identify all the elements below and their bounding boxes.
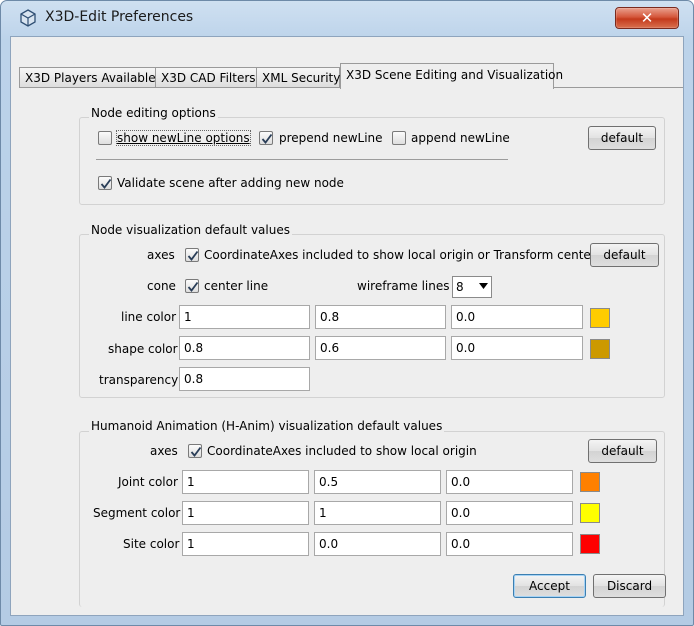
tab-xml-security[interactable]: XML Security xyxy=(256,67,340,88)
segment-color-swatch[interactable] xyxy=(580,503,600,523)
site-color-label: Site color xyxy=(123,537,180,551)
dialog-content: X3D Players Available X3D CAD Filters XM… xyxy=(10,36,684,616)
hanim-title: Humanoid Animation (H-Anim) visualizatio… xyxy=(89,419,445,433)
show-newline-label[interactable]: show newLine options xyxy=(116,130,251,146)
tab-label: XML Security xyxy=(262,71,341,85)
wireframe-label: wireframe lines xyxy=(357,279,450,293)
shape-color-swatch[interactable] xyxy=(590,339,610,359)
line-color-r-field[interactable]: 1 xyxy=(179,305,310,329)
tab-x3d-players[interactable]: X3D Players Available xyxy=(19,67,156,88)
checkmark-icon xyxy=(100,178,112,189)
x3d-app-icon xyxy=(19,9,37,27)
wireframe-select[interactable]: 8 xyxy=(452,276,492,298)
transparency-label: transparency xyxy=(99,373,179,387)
node-axes-checkbox[interactable] xyxy=(185,248,199,262)
line-color-g-field[interactable]: 0.8 xyxy=(315,305,446,329)
checkmark-icon xyxy=(261,133,273,144)
prepend-newline-label: prepend newLine xyxy=(279,131,383,145)
shape-color-r-field[interactable]: 0.8 xyxy=(179,336,310,360)
cone-label: cone xyxy=(147,279,176,293)
accept-button[interactable]: Accept xyxy=(513,574,586,598)
site-color-b-field[interactable]: 0.0 xyxy=(446,532,573,556)
close-button[interactable]: ✕ xyxy=(615,7,679,29)
shape-color-b-field[interactable]: 0.0 xyxy=(451,336,583,360)
prepend-newline-checkbox[interactable] xyxy=(259,131,273,145)
center-line-checkbox[interactable] xyxy=(185,279,199,293)
append-newline-checkbox[interactable] xyxy=(392,131,406,145)
segment-color-b-field[interactable]: 0.0 xyxy=(446,501,573,525)
checkmark-icon xyxy=(187,281,199,292)
tab-label: X3D Players Available xyxy=(25,71,156,85)
node-axes-cb-label: CoordinateAxes included to show local or… xyxy=(204,248,596,262)
hanim-axes-checkbox[interactable] xyxy=(188,444,202,458)
title-bar[interactable]: X3D-Edit Preferences ✕ xyxy=(1,1,693,35)
hanim-axes-cb-label: CoordinateAxes included to show local or… xyxy=(207,444,477,458)
axes-label: axes xyxy=(147,248,175,262)
node-vis-title: Node visualization default values xyxy=(89,223,292,237)
checkmark-icon xyxy=(187,250,199,261)
validate-scene-checkbox[interactable] xyxy=(98,176,112,190)
discard-button[interactable]: Discard xyxy=(593,574,666,598)
checkmark-icon xyxy=(190,446,202,457)
window-title: X3D-Edit Preferences xyxy=(45,9,194,25)
joint-color-r-field[interactable]: 1 xyxy=(182,470,309,494)
site-color-r-field[interactable]: 1 xyxy=(182,532,309,556)
validate-scene-label: Validate scene after adding new node xyxy=(117,176,344,190)
hanim-default-button[interactable]: default xyxy=(588,439,657,463)
segment-color-g-field[interactable]: 1 xyxy=(314,501,441,525)
joint-color-label: Joint color xyxy=(118,475,178,489)
shape-color-g-field[interactable]: 0.6 xyxy=(315,336,446,360)
joint-color-b-field[interactable]: 0.0 xyxy=(446,470,573,494)
tab-x3d-cad-filters[interactable]: X3D CAD Filters xyxy=(155,67,257,88)
transparency-field[interactable]: 0.8 xyxy=(179,367,310,391)
hanim-axes-label: axes xyxy=(150,444,178,458)
node-editing-title: Node editing options xyxy=(89,106,218,120)
site-color-swatch[interactable] xyxy=(580,534,600,554)
node-editing-default-button[interactable]: default xyxy=(588,126,656,150)
show-newline-checkbox[interactable] xyxy=(98,131,112,145)
node-vis-default-button[interactable]: default xyxy=(590,243,659,267)
line-color-swatch[interactable] xyxy=(590,308,610,328)
tab-label: X3D Scene Editing and Visualization xyxy=(346,68,564,82)
segment-color-label: Segment color xyxy=(93,506,181,520)
line-color-label: line color xyxy=(121,310,177,324)
append-newline-label: append newLine xyxy=(411,131,510,145)
separator xyxy=(96,159,508,160)
wireframe-value: 8 xyxy=(456,280,464,294)
tab-label: X3D CAD Filters xyxy=(161,71,256,85)
line-color-b-field[interactable]: 0.0 xyxy=(451,305,583,329)
shape-color-label: shape color xyxy=(108,342,178,356)
joint-color-g-field[interactable]: 0.5 xyxy=(314,470,441,494)
center-line-label: center line xyxy=(204,279,269,293)
site-color-g-field[interactable]: 0.0 xyxy=(314,532,441,556)
segment-color-r-field[interactable]: 1 xyxy=(182,501,309,525)
tab-scene-editing[interactable]: X3D Scene Editing and Visualization xyxy=(340,63,563,89)
close-icon: ✕ xyxy=(640,9,654,27)
chevron-down-icon xyxy=(479,283,488,289)
joint-color-swatch[interactable] xyxy=(580,472,600,492)
